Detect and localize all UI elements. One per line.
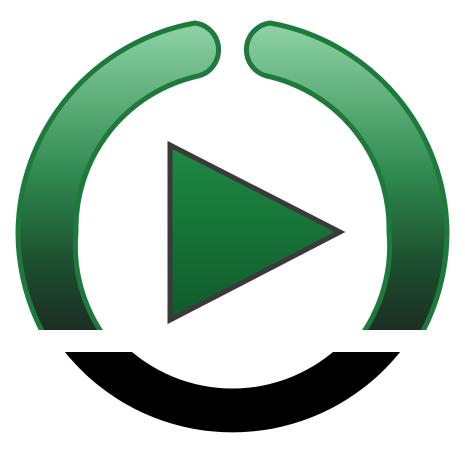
play-power-icon[interactable] (0, 0, 465, 465)
play-icon-graphic (15, 20, 450, 433)
ring-right-arc (243, 20, 450, 330)
play-triangle (167, 140, 346, 325)
